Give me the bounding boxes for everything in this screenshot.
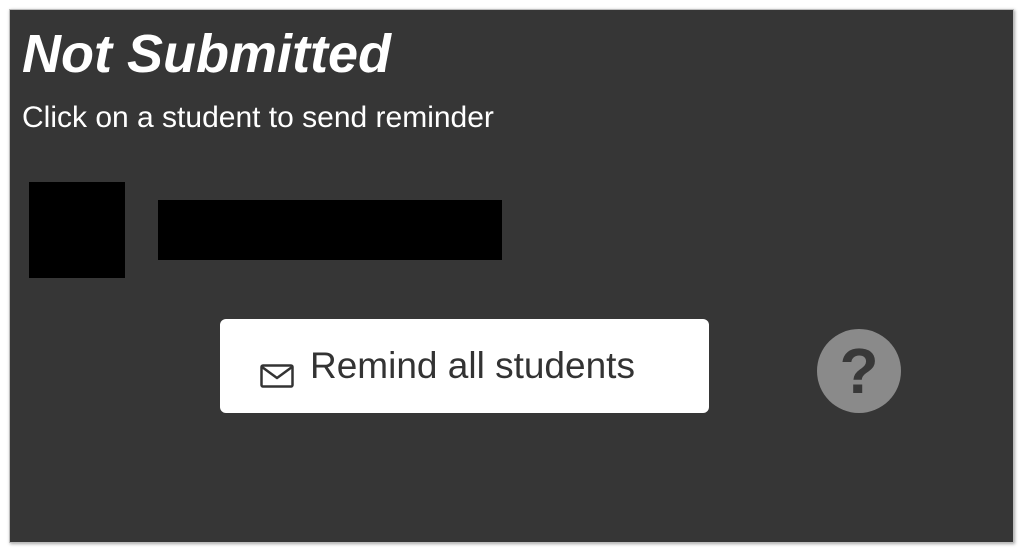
student-avatar bbox=[29, 182, 125, 278]
panel-title: Not Submitted bbox=[22, 24, 391, 84]
student-list-item[interactable] bbox=[29, 182, 509, 278]
mail-icon bbox=[260, 355, 294, 388]
student-name bbox=[158, 200, 502, 260]
question-mark-glyph: ? bbox=[839, 335, 879, 407]
remind-all-label: Remind all students bbox=[310, 345, 635, 386]
page-frame: Not Submitted Click on a student to send… bbox=[0, 0, 1024, 552]
not-submitted-panel: Not Submitted Click on a student to send… bbox=[9, 9, 1014, 543]
panel-subtitle: Click on a student to send reminder bbox=[22, 101, 494, 134]
remind-all-students-button[interactable]: Remind all students bbox=[220, 319, 709, 413]
question-circle-icon[interactable]: ? bbox=[817, 329, 901, 413]
